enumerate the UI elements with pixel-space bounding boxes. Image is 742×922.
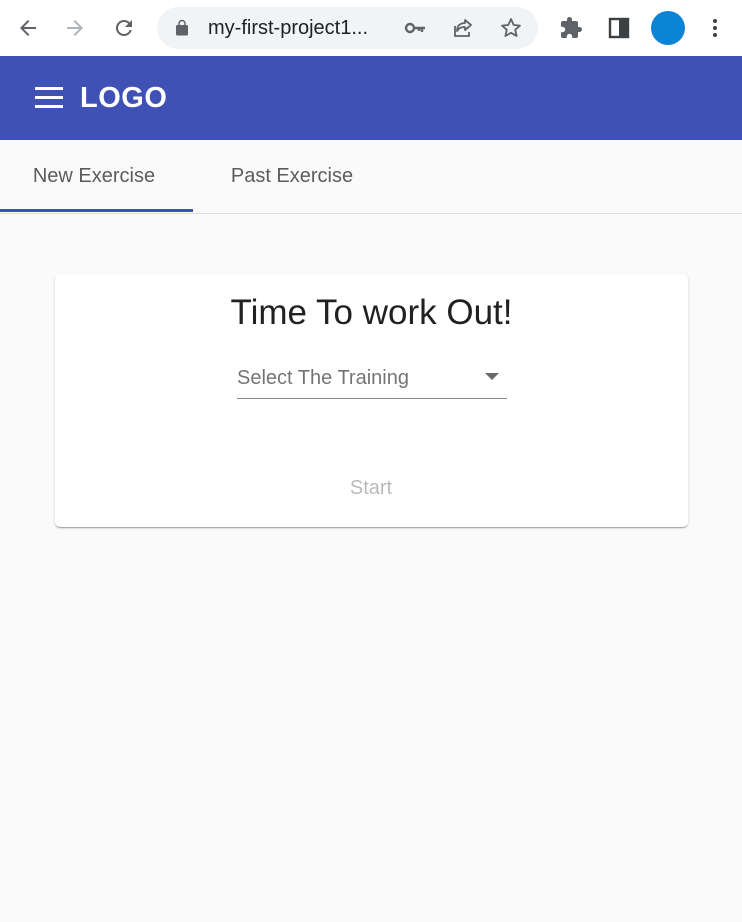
more-icon[interactable] bbox=[703, 16, 727, 40]
active-tab-indicator bbox=[0, 209, 193, 212]
tab-past-exercise[interactable]: Past Exercise bbox=[198, 140, 386, 213]
tab-bar: New Exercise Past Exercise bbox=[0, 140, 742, 214]
share-icon[interactable] bbox=[451, 16, 475, 40]
star-icon[interactable] bbox=[499, 16, 523, 40]
training-select[interactable]: Select The Training bbox=[237, 362, 507, 399]
address-bar[interactable]: my-first-project1... bbox=[157, 7, 538, 49]
hamburger-menu-icon[interactable] bbox=[35, 87, 63, 109]
app-logo[interactable]: LOGO bbox=[80, 80, 167, 116]
dropdown-arrow-icon[interactable] bbox=[485, 373, 499, 380]
new-training-card: Time To work Out! Select The Training St… bbox=[55, 274, 688, 527]
browser-toolbar: my-first-project1... bbox=[0, 0, 742, 56]
sidepanel-icon[interactable] bbox=[607, 16, 631, 40]
key-icon[interactable] bbox=[403, 16, 427, 40]
url-text[interactable]: my-first-project1... bbox=[208, 7, 368, 49]
start-button[interactable]: Start bbox=[327, 470, 415, 506]
reload-icon[interactable] bbox=[106, 10, 142, 46]
select-placeholder: Select The Training bbox=[237, 367, 409, 389]
card-title: Time To work Out! bbox=[230, 293, 513, 332]
back-icon[interactable] bbox=[10, 10, 46, 46]
tab-new-exercise[interactable]: New Exercise bbox=[0, 140, 188, 213]
profile-avatar[interactable] bbox=[651, 11, 685, 45]
forward-icon[interactable] bbox=[57, 10, 93, 46]
lock-icon[interactable] bbox=[173, 19, 191, 37]
extensions-icon[interactable] bbox=[559, 16, 583, 40]
